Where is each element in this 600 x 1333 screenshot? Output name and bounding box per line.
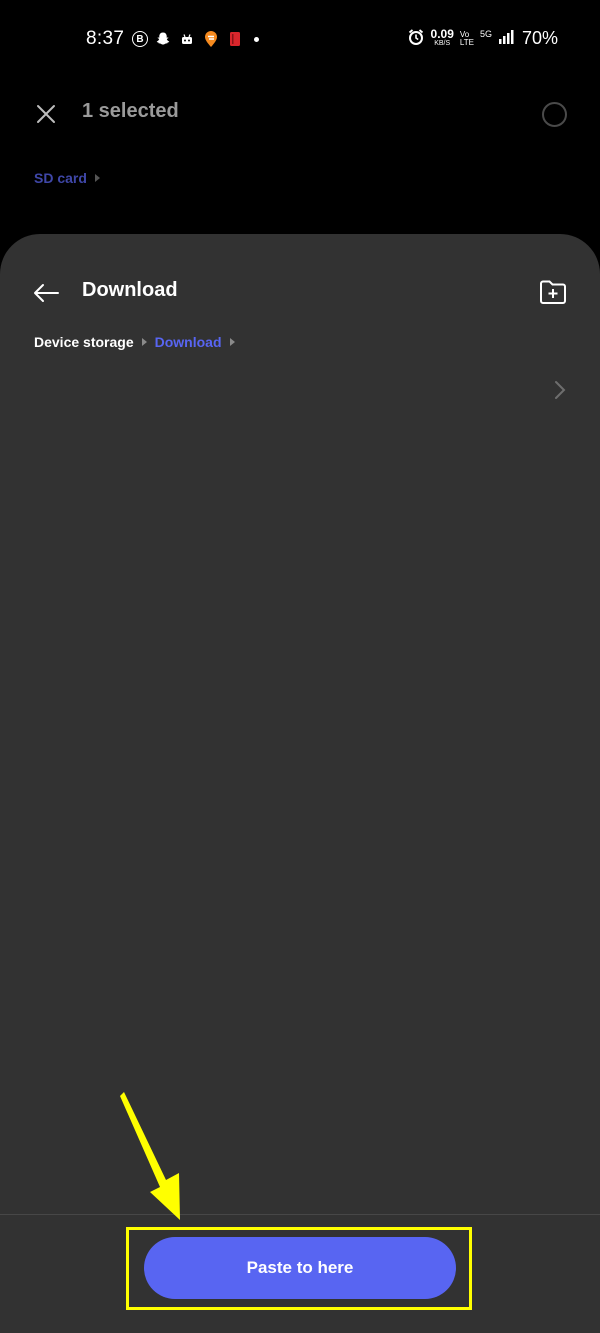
red-app-icon xyxy=(226,30,244,48)
notification-icons: B xyxy=(132,30,259,48)
close-icon[interactable] xyxy=(30,98,62,130)
notification-icon xyxy=(178,30,196,48)
dot-icon xyxy=(254,36,259,42)
snapchat-icon xyxy=(154,30,172,48)
signal-icon xyxy=(498,29,514,48)
new-folder-icon[interactable] xyxy=(538,278,570,308)
breadcrumb-device-storage[interactable]: Device storage xyxy=(34,334,134,350)
sd-card-breadcrumb[interactable]: SD card xyxy=(34,170,100,186)
network-type: 5G xyxy=(479,29,492,39)
speed-value: 0.09 xyxy=(430,26,454,41)
back-arrow-icon[interactable] xyxy=(30,278,62,308)
speed-unit: KB/S xyxy=(434,39,451,47)
status-bar: 8:37 B 0.09 KB/S Vo LTE 5G 70% xyxy=(0,0,600,80)
annotation-highlight-box xyxy=(126,1227,472,1310)
select-all-checkbox[interactable] xyxy=(542,102,567,127)
sd-card-label[interactable]: SD card xyxy=(34,170,87,186)
network-speed: 0.09 KB/S xyxy=(430,26,454,48)
annotation-arrow-icon xyxy=(120,1092,180,1220)
volte-bottom: LTE xyxy=(459,37,474,47)
chevron-right-icon xyxy=(141,338,147,346)
chevron-right-icon xyxy=(94,174,100,182)
destination-sheet: Download Device storage Download Paste t… xyxy=(0,234,600,1333)
b-circle-icon: B xyxy=(132,31,148,47)
bottom-divider xyxy=(0,1214,600,1215)
selected-count: 1 selected xyxy=(82,100,179,122)
battery-level: 70% xyxy=(521,28,558,48)
status-time: 8:37 xyxy=(86,28,125,49)
alarm-icon xyxy=(407,28,425,49)
volte-indicator: Vo LTE xyxy=(459,30,474,47)
chevron-right-icon xyxy=(229,338,235,346)
system-icons: 0.09 KB/S Vo LTE 5G 70% xyxy=(407,28,558,49)
chevron-right-icon[interactable] xyxy=(552,379,568,401)
folder-title: Download xyxy=(82,279,178,301)
breadcrumb: Device storage Download xyxy=(34,334,235,350)
breadcrumb-download[interactable]: Download xyxy=(155,334,222,350)
swiggy-icon xyxy=(202,30,220,48)
